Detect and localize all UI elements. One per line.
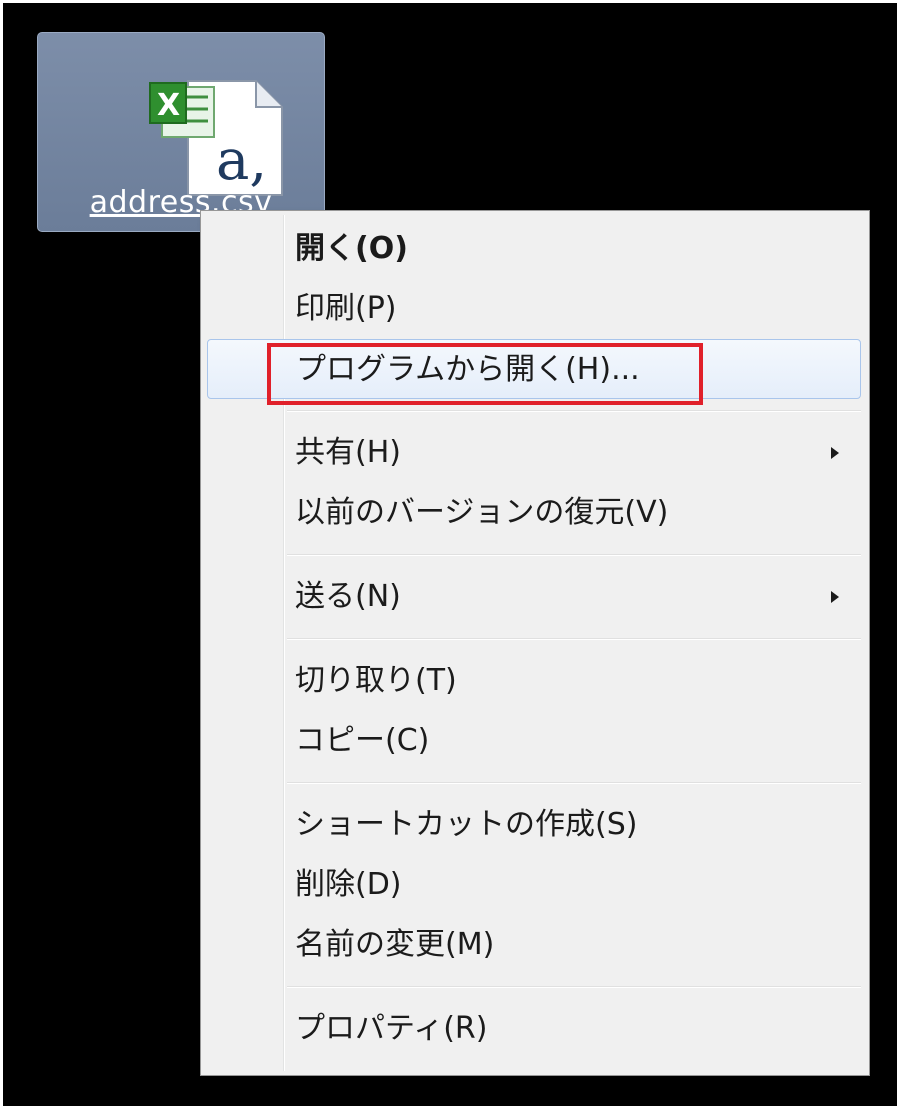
menu-separator [287, 638, 861, 640]
menu-item[interactable]: 名前の変更(M) [207, 915, 861, 975]
submenu-arrow-icon [831, 447, 839, 459]
menu-item-label: プロパティ(R) [295, 1011, 488, 1046]
doc-glyph-text: a, [216, 128, 267, 193]
excel-icon: X [149, 82, 215, 138]
submenu-arrow-icon [831, 591, 839, 603]
menu-item[interactable]: コピー(C) [207, 711, 861, 771]
desktop-file-address-csv[interactable]: a, X address.csv [37, 32, 325, 232]
menu-item[interactable]: 印刷(P) [207, 279, 861, 339]
menu-item-label: 開く(O) [295, 231, 408, 266]
menu-item-label: 以前のバージョンの復元(V) [295, 495, 669, 530]
menu-item-label: コピー(C) [295, 723, 430, 758]
menu-separator [287, 986, 861, 988]
menu-item[interactable]: 以前のバージョンの復元(V) [207, 483, 861, 543]
menu-item[interactable]: 送る(N) [207, 567, 861, 627]
menu-item[interactable]: 切り取り(T) [207, 651, 861, 711]
menu-item-label: 削除(D) [295, 867, 402, 902]
menu-item[interactable]: 削除(D) [207, 855, 861, 915]
menu-item-label: 名前の変更(M) [295, 927, 495, 962]
menu-item[interactable]: 共有(H) [207, 423, 861, 483]
menu-separator [287, 410, 861, 412]
menu-item[interactable]: プロパティ(R) [207, 999, 861, 1059]
menu-item[interactable]: プログラムから開く(H)... [207, 339, 861, 399]
menu-item[interactable]: 開く(O) [207, 219, 861, 279]
menu-item-label: 切り取り(T) [295, 663, 457, 698]
menu-separator [287, 554, 861, 556]
menu-item-label: ショートカットの作成(S) [295, 807, 638, 842]
excel-badge-letter: X [157, 88, 180, 123]
context-menu: 開く(O) 印刷(P) プログラムから開く(H)... 共有(H) 以前のバージョンの復… [200, 210, 870, 1076]
menu-item-label: 印刷(P) [295, 291, 397, 326]
menu-separator [287, 782, 861, 784]
menu-item[interactable]: ショートカットの作成(S) [207, 795, 861, 855]
menu-item-label: プログラムから開く(H)... [296, 352, 640, 387]
menu-item-label: 送る(N) [295, 579, 401, 614]
menu-item-label: 共有(H) [295, 435, 401, 470]
